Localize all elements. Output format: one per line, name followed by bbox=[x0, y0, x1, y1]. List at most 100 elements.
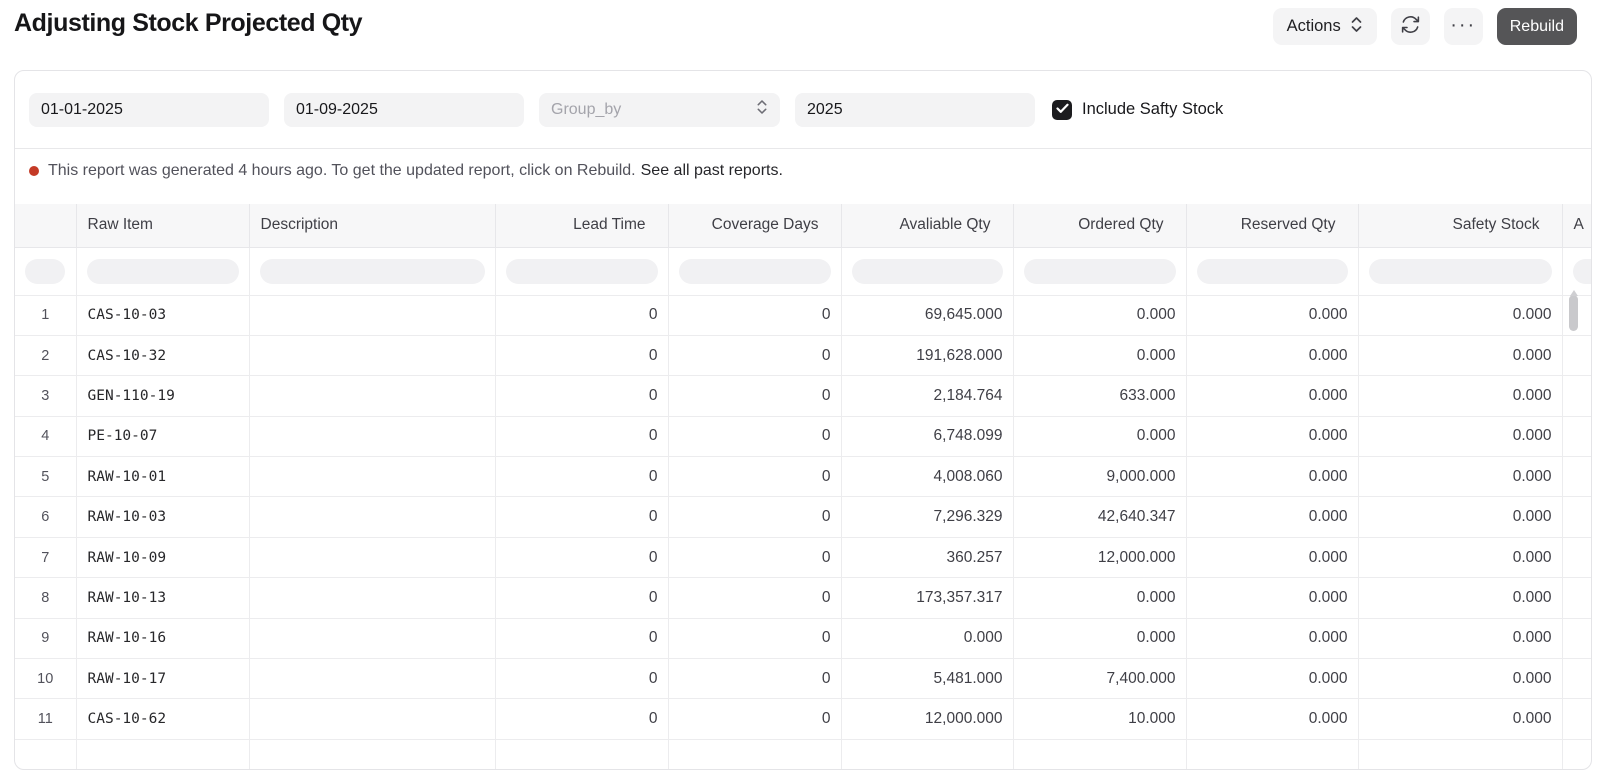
cell-safety-stock[interactable]: 0.000 bbox=[1358, 699, 1562, 739]
cell-description[interactable] bbox=[249, 376, 495, 416]
cell-description[interactable] bbox=[249, 699, 495, 739]
cell-description[interactable] bbox=[249, 537, 495, 577]
column-filter-input[interactable] bbox=[25, 259, 65, 284]
cell-safety-stock[interactable]: 0.000 bbox=[1358, 659, 1562, 699]
column-header-avaliable-qty[interactable]: Avaliable Qty bbox=[841, 204, 1013, 247]
column-filter-input[interactable] bbox=[506, 259, 658, 284]
cell-reserved-qty[interactable]: 0.000 bbox=[1186, 618, 1358, 658]
cell-avaliable-qty[interactable] bbox=[841, 739, 1013, 769]
cell-description[interactable] bbox=[249, 659, 495, 699]
past-reports-link[interactable]: See all past reports. bbox=[641, 162, 783, 180]
cell-a[interactable] bbox=[1562, 659, 1591, 699]
cell-a[interactable] bbox=[1562, 618, 1591, 658]
cell-ordered-qty[interactable] bbox=[1013, 739, 1186, 769]
cell-ordered-qty[interactable]: 0.000 bbox=[1013, 618, 1186, 658]
cell-reserved-qty[interactable]: 0.000 bbox=[1186, 537, 1358, 577]
cell-reserved-qty[interactable]: 0.000 bbox=[1186, 335, 1358, 375]
include-safety-stock-checkbox[interactable] bbox=[1052, 100, 1072, 120]
cell-avaliable-qty[interactable]: 0.000 bbox=[841, 618, 1013, 658]
cell-description[interactable] bbox=[249, 295, 495, 335]
cell-raw-item[interactable]: CAS-10-62 bbox=[76, 699, 249, 739]
cell-avaliable-qty[interactable]: 360.257 bbox=[841, 537, 1013, 577]
cell-avaliable-qty[interactable]: 173,357.317 bbox=[841, 578, 1013, 618]
cell-ordered-qty[interactable]: 42,640.347 bbox=[1013, 497, 1186, 537]
cell-avaliable-qty[interactable]: 12,000.000 bbox=[841, 699, 1013, 739]
column-filter-input[interactable] bbox=[1197, 259, 1348, 284]
cell-ordered-qty[interactable]: 0.000 bbox=[1013, 295, 1186, 335]
cell-a[interactable] bbox=[1562, 699, 1591, 739]
cell-description[interactable] bbox=[249, 497, 495, 537]
column-header-reserved-qty[interactable]: Reserved Qty bbox=[1186, 204, 1358, 247]
cell-raw-item[interactable]: RAW-10-01 bbox=[76, 457, 249, 497]
cell-ordered-qty[interactable]: 0.000 bbox=[1013, 335, 1186, 375]
cell-avaliable-qty[interactable]: 69,645.000 bbox=[841, 295, 1013, 335]
cell-raw-item[interactable]: CAS-10-32 bbox=[76, 335, 249, 375]
cell-reserved-qty[interactable]: 0.000 bbox=[1186, 699, 1358, 739]
cell-avaliable-qty[interactable]: 191,628.000 bbox=[841, 335, 1013, 375]
column-header-description[interactable]: Description bbox=[249, 204, 495, 247]
cell-ordered-qty[interactable]: 9,000.000 bbox=[1013, 457, 1186, 497]
cell-lead-time[interactable]: 0 bbox=[495, 457, 668, 497]
cell-coverage-days[interactable] bbox=[668, 739, 841, 769]
column-header-coverage-days[interactable]: Coverage Days bbox=[668, 204, 841, 247]
cell-ordered-qty[interactable]: 0.000 bbox=[1013, 578, 1186, 618]
cell-avaliable-qty[interactable]: 6,748.099 bbox=[841, 416, 1013, 456]
column-header-safety-stock[interactable]: Safety Stock bbox=[1358, 204, 1562, 247]
cell-a[interactable] bbox=[1562, 335, 1591, 375]
cell-description[interactable] bbox=[249, 739, 495, 769]
cell-a[interactable] bbox=[1562, 578, 1591, 618]
cell-raw-item[interactable]: RAW-10-13 bbox=[76, 578, 249, 618]
cell-avaliable-qty[interactable]: 7,296.329 bbox=[841, 497, 1013, 537]
column-header-ordered-qty[interactable]: Ordered Qty bbox=[1013, 204, 1186, 247]
cell-safety-stock[interactable]: 0.000 bbox=[1358, 335, 1562, 375]
cell-raw-item[interactable]: CAS-10-03 bbox=[76, 295, 249, 335]
actions-button[interactable]: Actions bbox=[1273, 8, 1377, 45]
cell-description[interactable] bbox=[249, 578, 495, 618]
column-filter-input[interactable] bbox=[1024, 259, 1176, 284]
cell-a[interactable] bbox=[1562, 376, 1591, 416]
cell-coverage-days[interactable]: 0 bbox=[668, 376, 841, 416]
group-by-select[interactable]: Group_by bbox=[539, 93, 780, 127]
cell-lead-time[interactable]: 0 bbox=[495, 295, 668, 335]
cell-raw-item[interactable]: RAW-10-09 bbox=[76, 537, 249, 577]
cell-reserved-qty[interactable] bbox=[1186, 739, 1358, 769]
cell-lead-time[interactable]: 0 bbox=[495, 659, 668, 699]
cell-reserved-qty[interactable]: 0.000 bbox=[1186, 659, 1358, 699]
cell-coverage-days[interactable]: 0 bbox=[668, 416, 841, 456]
cell-coverage-days[interactable]: 0 bbox=[668, 295, 841, 335]
cell-safety-stock[interactable]: 0.000 bbox=[1358, 578, 1562, 618]
refresh-button[interactable] bbox=[1391, 8, 1430, 45]
cell-lead-time[interactable]: 0 bbox=[495, 335, 668, 375]
cell-a[interactable] bbox=[1562, 416, 1591, 456]
cell-a[interactable] bbox=[1562, 537, 1591, 577]
cell-coverage-days[interactable]: 0 bbox=[668, 497, 841, 537]
column-filter-input[interactable] bbox=[87, 259, 239, 284]
more-options-button[interactable]: ··· bbox=[1444, 8, 1483, 45]
column-filter-input[interactable] bbox=[1573, 259, 1592, 284]
cell-reserved-qty[interactable]: 0.000 bbox=[1186, 578, 1358, 618]
cell-a[interactable] bbox=[1562, 457, 1591, 497]
cell-raw-item[interactable]: PE-10-07 bbox=[76, 416, 249, 456]
to-date-input[interactable] bbox=[284, 93, 524, 127]
cell-lead-time[interactable]: 0 bbox=[495, 416, 668, 456]
cell-reserved-qty[interactable]: 0.000 bbox=[1186, 497, 1358, 537]
cell-safety-stock[interactable]: 0.000 bbox=[1358, 537, 1562, 577]
cell-raw-item[interactable]: RAW-10-17 bbox=[76, 659, 249, 699]
cell-lead-time[interactable] bbox=[495, 739, 668, 769]
column-filter-input[interactable] bbox=[679, 259, 831, 284]
cell-reserved-qty[interactable]: 0.000 bbox=[1186, 376, 1358, 416]
cell-reserved-qty[interactable]: 0.000 bbox=[1186, 457, 1358, 497]
cell-coverage-days[interactable]: 0 bbox=[668, 335, 841, 375]
cell-raw-item[interactable]: RAW-10-03 bbox=[76, 497, 249, 537]
column-header-raw-item[interactable]: Raw Item bbox=[76, 204, 249, 247]
cell-reserved-qty[interactable]: 0.000 bbox=[1186, 416, 1358, 456]
cell-description[interactable] bbox=[249, 618, 495, 658]
cell-safety-stock[interactable]: 0.000 bbox=[1358, 497, 1562, 537]
cell-raw-item[interactable]: RAW-10-16 bbox=[76, 618, 249, 658]
column-header-a[interactable]: A bbox=[1562, 204, 1591, 247]
column-header-row-index[interactable] bbox=[15, 204, 76, 247]
include-safety-stock-toggle[interactable]: Include Safty Stock bbox=[1052, 100, 1223, 120]
cell-ordered-qty[interactable]: 633.000 bbox=[1013, 376, 1186, 416]
cell-ordered-qty[interactable]: 12,000.000 bbox=[1013, 537, 1186, 577]
cell-lead-time[interactable]: 0 bbox=[495, 497, 668, 537]
